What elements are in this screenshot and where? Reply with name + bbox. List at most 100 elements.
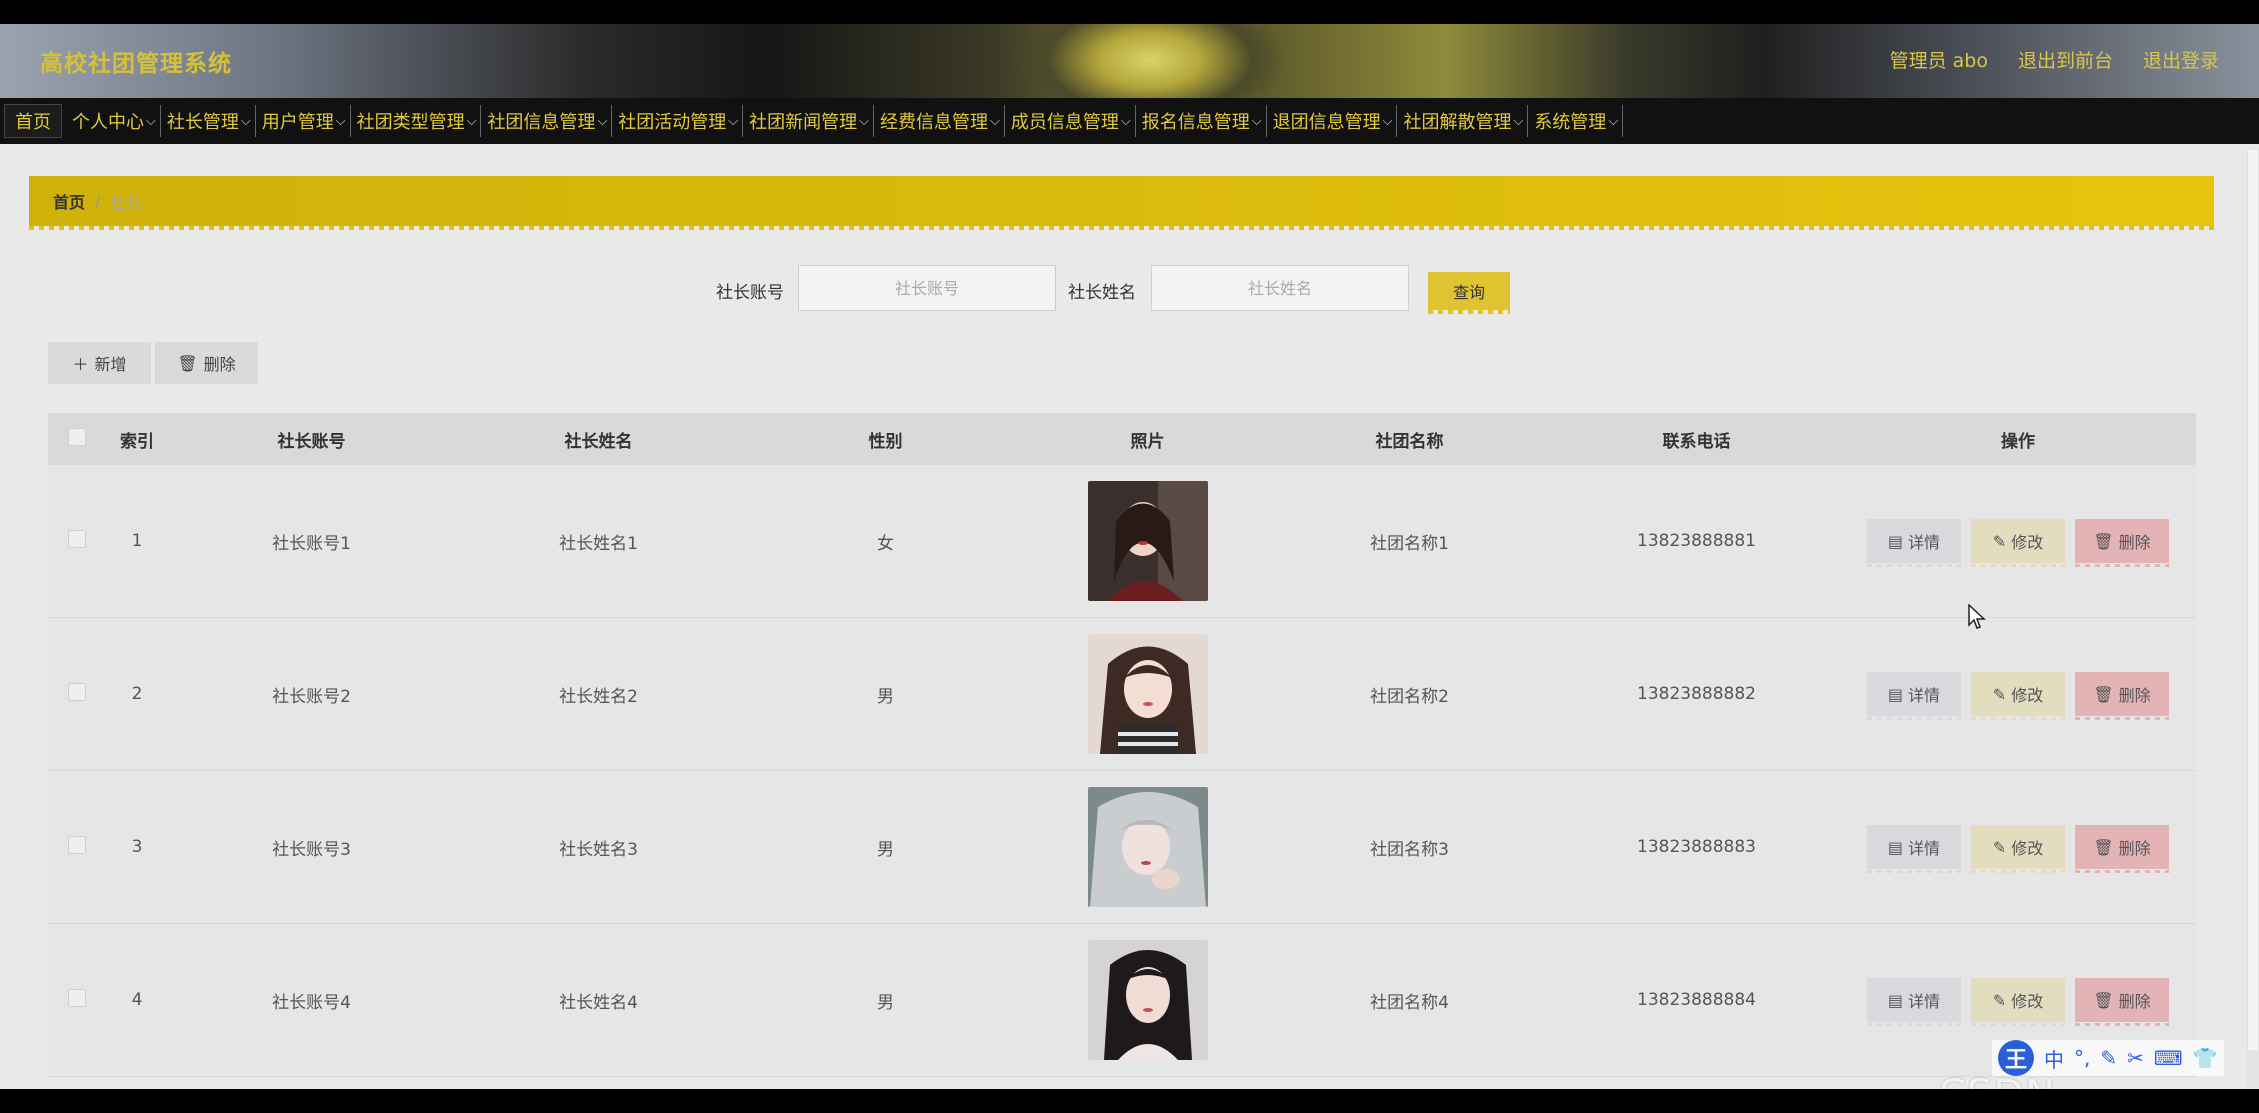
cell-account: 社长账号2 (272, 686, 351, 707)
document-icon: ▤ (1887, 531, 1904, 551)
chevron-down-icon: ⌵ (859, 113, 870, 129)
detail-button[interactable]: ▤ 详情 (1867, 825, 1961, 873)
name-search-input[interactable] (1151, 265, 1409, 311)
table-row: 2 社长账号2 社长姓名2 男 社团名称2 13823888882 ▤ 详情 ✎… (48, 618, 2196, 771)
edit-button[interactable]: ✎ 修改 (1971, 978, 2065, 1026)
account-label: 社长账号 (716, 283, 784, 303)
nav-item-club-activity[interactable]: 社团活动管理 ⌵ (614, 105, 744, 137)
trash-icon: 🗑 (2093, 837, 2114, 857)
pencil-icon: ✎ (1992, 990, 2007, 1010)
nav-item-personal[interactable]: 个人中心 ⌵ (68, 105, 161, 137)
edit-button[interactable]: ✎ 修改 (1971, 672, 2065, 720)
trash-icon: 🗑 (2093, 990, 2114, 1010)
cell-club: 社团名称3 (1370, 839, 1449, 860)
row-checkbox[interactable] (68, 529, 86, 548)
ime-mode[interactable]: 中 (2044, 1044, 2064, 1073)
cell-index: 3 (131, 837, 143, 857)
detail-button[interactable]: ▤ 详情 (1867, 672, 1961, 720)
trash-icon: 🗑 (2093, 531, 2114, 551)
cell-club: 社团名称2 (1370, 686, 1449, 707)
keyboard-icon[interactable]: ⌨ (2154, 1046, 2183, 1070)
chevron-down-icon: ⌵ (335, 113, 346, 129)
cell-account: 社长账号4 (272, 992, 351, 1013)
scissors-icon[interactable]: ✂ (2127, 1046, 2144, 1070)
col-club: 社团名称 (1375, 431, 1444, 452)
nav-item-home[interactable]: 首页 (4, 104, 62, 138)
nav-item-system[interactable]: 系统管理 ⌵ (1530, 105, 1624, 137)
name-label: 社长姓名 (1068, 283, 1136, 303)
logout-link[interactable]: 退出登录 (2143, 46, 2219, 73)
header-actions: 管理员 abo 退出到前台 退出登录 (1890, 46, 2219, 73)
col-actions: 操作 (2001, 431, 2035, 452)
document-icon: ▤ (1887, 837, 1904, 857)
cell-sex: 男 (877, 839, 894, 860)
cell-sex: 男 (877, 686, 894, 707)
punctuation-icon[interactable]: °, (2074, 1046, 2090, 1070)
chevron-down-icon: ⌵ (728, 113, 739, 129)
app-screen: 高校社团管理系统 管理员 abo 退出到前台 退出登录 首页 个人中心 ⌵ 社长管… (0, 24, 2259, 1089)
delete-button[interactable]: 🗑 删除 (2075, 672, 2169, 720)
cell-sex: 女 (877, 533, 894, 554)
delete-button[interactable]: 🗑 删除 (2075, 978, 2169, 1026)
breadcrumb-current: 社长 (110, 193, 143, 212)
cell-sex: 男 (877, 992, 894, 1013)
system-title: 高校社团管理系统 (40, 51, 232, 77)
president-table: 索引 社长账号 社长姓名 性别 照片 社团名称 联系电话 操作 1 社长账号1 … (48, 413, 2196, 1077)
admin-label: 管理员 abo (1889, 50, 1988, 72)
breadcrumb-separator: / (95, 191, 101, 211)
cell-account: 社长账号3 (272, 839, 351, 860)
scrollbar-thumb[interactable] (2247, 150, 2258, 1050)
breadcrumb-home[interactable]: 首页 (53, 189, 85, 213)
ime-logo-icon[interactable]: 王 (1998, 1040, 2034, 1076)
nav-item-club-type[interactable]: 社团类型管理 ⌵ (353, 105, 482, 137)
col-name: 社长姓名 (564, 431, 633, 452)
query-button[interactable]: 查询 (1428, 272, 1510, 314)
nav-item-dissolve[interactable]: 社团解散管理 ⌵ (1399, 105, 1529, 137)
row-checkbox[interactable] (68, 988, 86, 1007)
nav-item-president[interactable]: 社长管理 ⌵ (163, 105, 256, 137)
skin-icon[interactable]: 👕 (2193, 1046, 2218, 1070)
delete-button[interactable]: 🗑 删除 (2075, 825, 2169, 873)
chevron-down-icon: ⌵ (1513, 113, 1524, 129)
cell-name: 社长姓名1 (559, 533, 638, 554)
edit-button[interactable]: ✎ 修改 (1971, 519, 2065, 567)
row-checkbox[interactable] (68, 835, 86, 854)
header: 高校社团管理系统 管理员 abo 退出到前台 退出登录 (0, 24, 2259, 98)
chevron-down-icon: ⌵ (240, 113, 251, 129)
cell-account: 社长账号1 (272, 533, 351, 554)
document-icon: ▤ (1887, 990, 1904, 1010)
nav-item-user[interactable]: 用户管理 ⌵ (258, 105, 351, 137)
pencil-icon: ✎ (1992, 684, 2007, 704)
nav-item-club-news[interactable]: 社团新闻管理 ⌵ (745, 105, 875, 137)
pen-icon[interactable]: ✎ (2100, 1046, 2117, 1070)
nav-item-club-info[interactable]: 社团信息管理 ⌵ (483, 105, 613, 137)
row-checkbox[interactable] (68, 682, 86, 701)
nav-item-members[interactable]: 成员信息管理 ⌵ (1007, 105, 1136, 137)
select-all-checkbox[interactable] (68, 427, 86, 446)
chevron-down-icon: ⌵ (1382, 113, 1393, 129)
avatar-photo (1087, 787, 1208, 907)
avatar-photo (1087, 481, 1208, 601)
main-nav: 首页 个人中心 ⌵ 社长管理 ⌵ 用户管理 ⌵ 社团类型管理 ⌵ 社团信息管理 ⌵ 社团活… (0, 98, 2259, 144)
add-button[interactable]: ＋新增 (48, 342, 151, 384)
to-front-link[interactable]: 退出到前台 (2018, 46, 2113, 73)
detail-button[interactable]: ▤ 详情 (1867, 978, 1961, 1026)
chevron-down-icon: ⌵ (1608, 113, 1619, 129)
nav-item-signup[interactable]: 报名信息管理 ⌵ (1138, 105, 1267, 137)
cell-index: 4 (131, 990, 143, 1010)
edit-button[interactable]: ✎ 修改 (1971, 825, 2065, 873)
account-search-input[interactable] (798, 265, 1056, 311)
trash-icon: 🗑 (177, 353, 198, 373)
trash-icon: 🗑 (2093, 684, 2114, 704)
watermark: CSDN @ck3022 (1938, 1072, 2259, 1089)
cell-name: 社长姓名3 (559, 839, 638, 860)
nav-item-funds[interactable]: 经费信息管理 ⌵ (876, 105, 1005, 137)
document-icon: ▤ (1887, 684, 1904, 704)
delete-button[interactable]: 🗑 删除 (2075, 519, 2169, 567)
col-sex: 性别 (868, 431, 903, 452)
ime-toolbar: 王 中 °, ✎ ✂ ⌨ 👕 (1992, 1040, 2224, 1076)
detail-button[interactable]: ▤ 详情 (1867, 519, 1961, 567)
nav-item-quit[interactable]: 退团信息管理 ⌵ (1269, 105, 1398, 137)
cell-club: 社团名称1 (1370, 533, 1449, 554)
batch-delete-button[interactable]: 🗑 删除 (155, 342, 258, 384)
